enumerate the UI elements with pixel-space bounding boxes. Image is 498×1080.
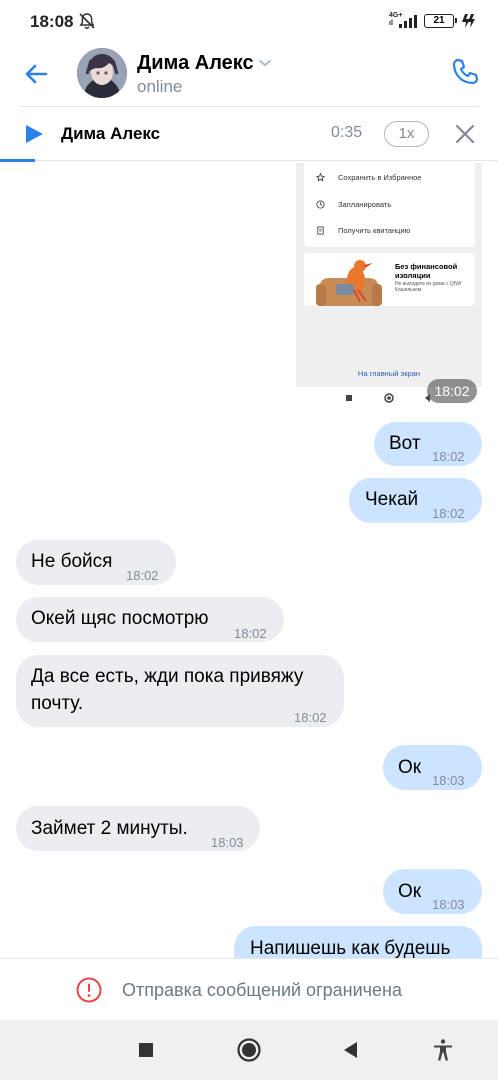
- battery-level: 21: [433, 15, 445, 26]
- back-triangle-icon[interactable]: [338, 1037, 364, 1063]
- player-title[interactable]: Дима Алекс: [61, 124, 160, 144]
- message-bubble[interactable]: Чекай 18:02: [349, 478, 482, 523]
- phone-icon[interactable]: [449, 56, 481, 88]
- message-text: Напишешь как будешь: [250, 938, 451, 958]
- message-text: Чекай: [365, 489, 419, 510]
- message-text: Ок: [398, 881, 422, 902]
- qiwi-bird-illustration: [316, 260, 382, 306]
- message-bubble[interactable]: Ок 18:03: [383, 869, 482, 914]
- message-text: Вот: [389, 433, 421, 454]
- message-time: 18:02: [432, 506, 465, 521]
- exclamation-circle-icon: [76, 977, 102, 1003]
- messaging-restricted-notice: Отправка сообщений ограничена: [0, 958, 498, 1020]
- player-progress-bar[interactable]: [0, 159, 35, 162]
- message-bubble[interactable]: Вот 18:02: [374, 422, 482, 466]
- bell-off-icon: [79, 13, 95, 29]
- message-bubble[interactable]: Напишешь как будешь: [234, 926, 482, 958]
- battery-icon: 21: [424, 14, 457, 28]
- clock-icon: [316, 199, 325, 209]
- receipt-icon: [317, 225, 324, 235]
- home-circle-icon[interactable]: [236, 1037, 262, 1063]
- chat-header: Дима Алекс online: [0, 44, 498, 106]
- charging-icon: [462, 14, 475, 28]
- close-icon[interactable]: [453, 122, 477, 146]
- status-time: 18:08: [30, 12, 74, 31]
- contact-status: online: [137, 77, 183, 96]
- message-text: почту.: [31, 693, 84, 714]
- playback-speed-button[interactable]: 1x: [384, 121, 429, 147]
- message-text: Займет 2 минуты.: [31, 818, 188, 839]
- player-time: 0:35: [331, 124, 363, 141]
- promo-title: Без финансовой изоляции: [395, 262, 458, 280]
- status-bar: 18:08 4G+ ıl 21: [0, 0, 498, 44]
- play-icon[interactable]: [24, 124, 44, 144]
- accessibility-icon[interactable]: [430, 1037, 456, 1063]
- chevron-down-icon[interactable]: [258, 58, 272, 68]
- message-bubble[interactable]: Не бойся 18:02: [16, 540, 176, 585]
- message-text: Да все есть, жди пока привяжу: [31, 666, 304, 687]
- image-promo-card: Без финансовой изоляции Не выходите из д…: [304, 253, 475, 306]
- system-nav-bar: [0, 1020, 498, 1080]
- recents-square-icon[interactable]: [133, 1037, 159, 1063]
- promo-subtitle: Не выходите из дома с QIWI Кошельком: [395, 281, 462, 293]
- message-time: 18:02: [126, 568, 159, 583]
- image-row: Сохранить в Избранное: [316, 169, 421, 185]
- message-bubble[interactable]: Займет 2 минуты. 18:03: [16, 806, 260, 851]
- message-time: 18:02: [294, 710, 327, 725]
- message-text: Ок: [398, 757, 422, 778]
- home-screen-link: На главный экран: [357, 369, 421, 378]
- message-bubble[interactable]: Да все есть, жди пока привяжу почту. 18:…: [16, 655, 344, 727]
- image-menu-card: Сохранить в Избранное Запланировать Полу…: [304, 163, 475, 247]
- message-text: Окей щяс посмотрю: [31, 608, 209, 629]
- image-row: Получить квитанцию: [316, 222, 410, 238]
- avatar[interactable]: [77, 48, 127, 98]
- message-time: 18:03: [211, 835, 244, 850]
- star-icon: [316, 172, 325, 182]
- signal-icon: [399, 15, 417, 28]
- image-row: Запланировать: [316, 196, 391, 212]
- message-list[interactable]: Сохранить в Избранное Запланировать Полу…: [0, 163, 498, 958]
- message-time: 18:02: [234, 626, 267, 641]
- message-text: Не бойся: [31, 551, 113, 572]
- back-arrow-icon[interactable]: [20, 58, 52, 90]
- notice-text: Отправка сообщений ограничена: [122, 980, 402, 1000]
- image-message[interactable]: Сохранить в Избранное Запланировать Полу…: [296, 163, 482, 387]
- message-bubble[interactable]: Ок 18:03: [383, 745, 482, 790]
- message-time: 18:02: [432, 449, 465, 464]
- contact-name[interactable]: Дима Алекс: [137, 52, 254, 75]
- message-bubble[interactable]: Окей щяс посмотрю 18:02: [16, 597, 284, 642]
- message-time: 18:03: [432, 773, 465, 788]
- image-timestamp: 18:02: [427, 379, 477, 403]
- message-time: 18:03: [432, 897, 465, 912]
- audio-player: Дима Алекс 0:35 1x: [0, 107, 498, 162]
